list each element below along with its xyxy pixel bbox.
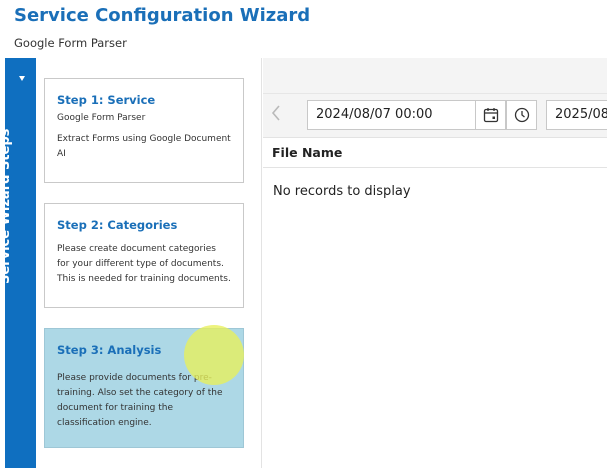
wizard-steps-panel: Step 1: Service Google Form Parser Extra… <box>36 58 262 468</box>
step-title: Step 2: Categories <box>57 218 178 232</box>
content-top-bar <box>263 58 607 94</box>
step-title: Step 1: Service <box>57 93 156 107</box>
page-header: Service Configuration Wizard Google Form… <box>0 0 607 58</box>
step-card-categories[interactable]: Step 2: Categories Please create documen… <box>44 203 244 308</box>
calendar-button[interactable] <box>475 100 506 130</box>
step-card-service[interactable]: Step 1: Service Google Form Parser Extra… <box>44 78 244 183</box>
step-description: Extract Forms using Google Document AI <box>57 134 231 159</box>
calendar-icon <box>483 108 499 123</box>
step-subtitle: Google Form Parser <box>57 113 146 123</box>
caret-down-icon[interactable] <box>19 76 25 81</box>
end-date-input[interactable]: 2025/08/ <box>546 100 607 130</box>
page-title: Service Configuration Wizard <box>14 5 311 26</box>
side-tab-label: Service Wizard Steps <box>0 128 13 284</box>
step-description: Please provide documents for pre-trainin… <box>57 373 223 428</box>
page-subtitle: Google Form Parser <box>14 36 127 50</box>
clock-icon <box>514 107 530 123</box>
start-date-input[interactable]: 2024/08/07 00:00 <box>307 100 476 130</box>
date-filter-toolbar: 2024/08/07 00:00 2025/08/ <box>263 94 607 138</box>
empty-records-message: No records to display <box>273 184 411 199</box>
service-wizard-steps-tab[interactable]: Service Wizard Steps <box>0 58 36 468</box>
chevron-left-icon[interactable] <box>271 104 287 128</box>
step-description: Please create document categories for yo… <box>57 244 231 284</box>
grid-header: File Name <box>263 138 607 168</box>
column-header-file-name[interactable]: File Name <box>272 145 342 160</box>
step-card-analysis[interactable]: Step 3: Analysis Please provide document… <box>44 328 244 448</box>
time-button[interactable] <box>506 100 537 130</box>
step-title: Step 3: Analysis <box>57 343 162 357</box>
main-content: 2024/08/07 00:00 2025/08/ File Name No r… <box>263 58 607 468</box>
